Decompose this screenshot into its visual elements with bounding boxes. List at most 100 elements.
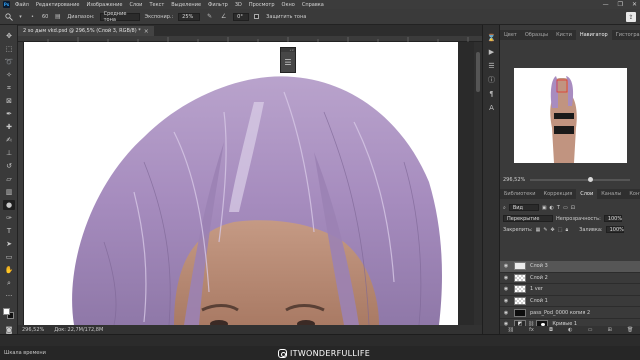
actions-icon[interactable]: ▶ <box>487 47 496 56</box>
eraser-tool-icon[interactable]: ▱ <box>3 174 15 184</box>
menu-image[interactable]: Изображение <box>86 2 122 8</box>
dodge-tool-icon[interactable]: ● <box>3 200 15 210</box>
brush-preset-icon[interactable]: • <box>28 12 37 21</box>
close-button[interactable]: ✕ <box>632 1 637 8</box>
menu-type[interactable]: Текст <box>149 2 164 8</box>
tab-paths[interactable]: Контуры <box>625 189 640 199</box>
delete-layer-icon[interactable]: 🗑︎ <box>627 327 633 333</box>
visibility-eye-icon[interactable]: ◉ <box>502 298 510 304</box>
menu-layers[interactable]: Слои <box>129 2 142 8</box>
filter-shape-icon[interactable]: ▭ <box>563 205 568 211</box>
filter-adjust-icon[interactable]: ◐ <box>550 205 554 211</box>
chevron-down-icon[interactable]: ▾ <box>18 12 23 21</box>
scroll-thumb[interactable] <box>476 52 480 92</box>
share-icon[interactable]: ⇪ <box>626 12 636 22</box>
layer-row[interactable]: ◉ 1 ver <box>500 284 640 296</box>
opacity-field[interactable]: 100% <box>603 215 622 222</box>
filter-type-icon[interactable]: T <box>557 205 560 211</box>
character-icon[interactable]: A <box>487 103 496 112</box>
eyedropper-tool-icon[interactable]: ✒ <box>3 109 15 119</box>
layer-thumbnail[interactable] <box>514 308 526 317</box>
lock-paint-icon[interactable]: ✎ <box>543 227 547 233</box>
protect-tones-checkbox[interactable] <box>254 14 260 19</box>
properties-icon[interactable]: ☰ <box>283 57 293 67</box>
frame-tool-icon[interactable]: ⊠ <box>3 96 15 106</box>
lock-pixels-icon[interactable]: ▦ <box>536 227 541 233</box>
filter-pixel-icon[interactable]: ▣ <box>542 205 547 211</box>
tab-brushes[interactable]: Кисти <box>552 30 576 40</box>
move-tool-icon[interactable]: ✥ <box>3 31 15 41</box>
zoom-level[interactable]: 296,52% <box>22 327 44 333</box>
vertical-scrollbar[interactable] <box>474 42 482 325</box>
tab-adjustments[interactable]: Коррекция <box>540 189 577 199</box>
info-icon[interactable]: ⓘ <box>487 75 496 84</box>
navigator-zoom-value[interactable]: 296,52% <box>503 177 525 183</box>
maximize-button[interactable]: ❐ <box>618 1 623 8</box>
type-tool-icon[interactable]: T <box>3 226 15 236</box>
pen-tool-icon[interactable]: ✑ <box>3 213 15 223</box>
brush-tool-icon[interactable]: ✍ <box>3 135 15 145</box>
marquee-tool-icon[interactable]: ⬚ <box>3 44 15 54</box>
tab-navigator[interactable]: Навигатор <box>575 30 612 40</box>
menu-select[interactable]: Выделение <box>171 2 201 8</box>
paragraph-icon[interactable]: ¶ <box>487 89 496 98</box>
path-select-icon[interactable]: ➤ <box>3 239 15 249</box>
layer-row[interactable]: ◉ Слой 1 <box>500 296 640 308</box>
tab-channels[interactable]: Каналы <box>597 189 625 199</box>
tab-color[interactable]: Цвет <box>500 30 521 40</box>
group-icon[interactable]: ▭ <box>588 327 593 333</box>
zoom-tool-icon[interactable]: ⌕ <box>3 278 15 288</box>
layer-row[interactable]: ◉ Слой 3 <box>500 261 640 273</box>
hand-tool-icon[interactable]: ✋ <box>3 265 15 275</box>
lock-all-icon[interactable]: 🔒︎ <box>565 227 568 233</box>
layer-thumbnail[interactable] <box>514 285 526 294</box>
close-tab-icon[interactable]: × <box>144 28 149 35</box>
quick-select-icon[interactable]: ✧ <box>3 70 15 80</box>
lock-artboard-icon[interactable]: ⬚ <box>558 227 563 233</box>
history-icon[interactable]: ⌛ <box>487 33 496 42</box>
history-brush-icon[interactable]: ↺ <box>3 161 15 171</box>
menu-window[interactable]: Окно <box>282 2 295 8</box>
range-select[interactable]: Средние тона <box>99 11 140 23</box>
layer-row[interactable]: ◉ Слой 2 <box>500 273 640 285</box>
zoom-slider-handle[interactable] <box>588 177 593 182</box>
tab-layers[interactable]: Слои <box>576 189 598 199</box>
layer-row[interactable]: ◉ ◩ ⛓ Кривые 1 <box>500 319 640 326</box>
menu-help[interactable]: Справка <box>302 2 324 8</box>
minimize-button[interactable]: — <box>603 1 609 8</box>
angle-field[interactable]: 0° <box>233 12 250 21</box>
navigator-zoom-slider[interactable] <box>530 177 630 182</box>
menu-filter[interactable]: Фильтр <box>208 2 228 8</box>
link-layers-icon[interactable]: ⛓ <box>508 327 514 333</box>
layer-thumbnail[interactable] <box>514 297 526 306</box>
layer-style-icon[interactable]: fx <box>529 327 534 333</box>
exposure-field[interactable]: 25% <box>178 12 201 21</box>
tab-swatches[interactable]: Образцы <box>521 30 552 40</box>
visibility-eye-icon[interactable]: ◉ <box>502 263 510 269</box>
panel-collapse-icon[interactable]: «× <box>281 48 295 52</box>
adjustment-layer-icon[interactable]: ◐ <box>568 327 572 333</box>
menu-edit[interactable]: Редактирование <box>36 2 80 8</box>
document-canvas[interactable] <box>24 42 458 325</box>
menu-file[interactable]: Файл <box>15 2 29 8</box>
lasso-tool-icon[interactable]: ➰ <box>3 57 15 67</box>
layer-thumbnail[interactable] <box>514 262 526 271</box>
tab-histogram[interactable]: Гистограмма <box>612 30 640 40</box>
add-mask-icon[interactable]: ◘ <box>549 327 553 333</box>
more-tools-icon[interactable]: ··· <box>3 291 15 301</box>
layer-row[interactable]: ◉ pass_Pod_0000 копия 2 <box>500 307 640 319</box>
visibility-eye-icon[interactable]: ◉ <box>502 286 510 292</box>
canvas-area[interactable] <box>24 42 482 325</box>
airbrush-icon[interactable]: ✎ <box>205 12 214 21</box>
gradient-tool-icon[interactable]: ▥ <box>3 187 15 197</box>
foreground-color-swatch[interactable] <box>3 308 10 315</box>
blend-mode-select[interactable]: Перекрытие <box>503 215 553 222</box>
navigator-preview[interactable] <box>514 68 627 163</box>
brush-size-value[interactable]: 60 <box>42 14 48 20</box>
rectangle-tool-icon[interactable]: ▭ <box>3 252 15 262</box>
menu-view[interactable]: Просмотр <box>249 2 275 8</box>
filter-smart-icon[interactable]: ⊡ <box>571 205 575 211</box>
new-layer-icon[interactable]: ⊞ <box>608 327 612 333</box>
document-tab-active[interactable]: 2 so дым vkd.psd @ 296,5% (Слой 3, RGB/8… <box>18 26 154 36</box>
visibility-eye-icon[interactable]: ◉ <box>502 275 510 281</box>
